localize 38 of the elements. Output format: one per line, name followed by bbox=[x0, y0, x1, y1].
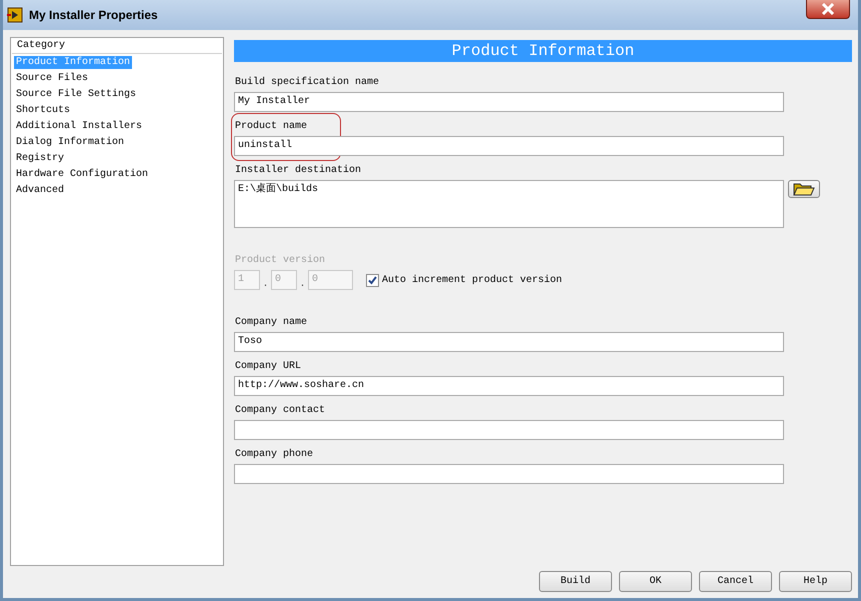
input-field[interactable]: http://www.soshare.cn bbox=[234, 376, 784, 396]
input-field[interactable] bbox=[234, 464, 784, 484]
field-label: Company URL bbox=[235, 361, 302, 372]
input-field[interactable]: My Installer bbox=[234, 92, 784, 112]
dialog-button[interactable]: Help bbox=[779, 571, 852, 592]
version-separator: . bbox=[261, 279, 270, 290]
input-field[interactable]: E:\桌面\builds bbox=[234, 180, 784, 228]
dialog-button[interactable]: OK bbox=[619, 571, 692, 592]
field-label: Product name bbox=[235, 121, 308, 132]
dialog-button[interactable]: Cancel bbox=[699, 571, 772, 592]
input-field[interactable]: uninstall bbox=[234, 136, 784, 156]
close-button[interactable] bbox=[806, 0, 850, 19]
app-icon bbox=[7, 7, 23, 23]
category-item[interactable]: Dialog Information bbox=[14, 136, 126, 149]
field-label: Installer destination bbox=[235, 165, 362, 176]
input-field[interactable]: Toso bbox=[234, 332, 784, 352]
version-separator: . bbox=[298, 279, 306, 290]
window-title: My Installer Properties bbox=[29, 8, 158, 22]
field-label: Build specification name bbox=[235, 77, 380, 88]
category-item[interactable]: Source Files bbox=[14, 72, 90, 85]
category-item[interactable]: Shortcuts bbox=[14, 104, 72, 117]
input-field[interactable] bbox=[234, 420, 784, 440]
field-label: Company contact bbox=[235, 405, 326, 416]
list-header: Category bbox=[12, 39, 222, 54]
field-label: Company phone bbox=[235, 449, 314, 460]
dialog-button[interactable]: Build bbox=[539, 571, 612, 592]
category-item[interactable]: Registry bbox=[14, 152, 66, 165]
category-item[interactable]: Hardware Configuration bbox=[14, 168, 150, 181]
field-label: Product version bbox=[235, 255, 326, 266]
field-label: Company name bbox=[235, 317, 308, 328]
category-item[interactable]: Source File Settings bbox=[14, 88, 138, 101]
close-icon bbox=[821, 3, 835, 15]
category-item[interactable]: Additional Installers bbox=[14, 120, 144, 133]
browse-button[interactable] bbox=[788, 180, 820, 198]
panel-header: Product Information bbox=[234, 40, 852, 62]
category-item[interactable]: Advanced bbox=[14, 184, 66, 197]
checkbox-label: Auto increment product version bbox=[382, 274, 562, 286]
folder-icon bbox=[793, 182, 815, 196]
